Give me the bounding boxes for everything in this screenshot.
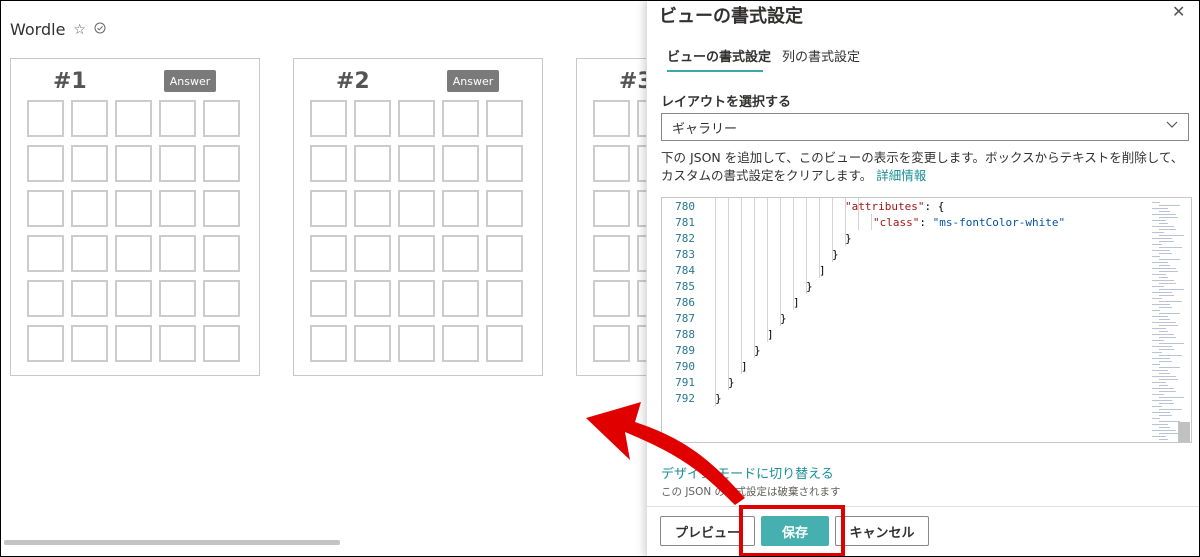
annotation-arrow <box>586 402 745 505</box>
